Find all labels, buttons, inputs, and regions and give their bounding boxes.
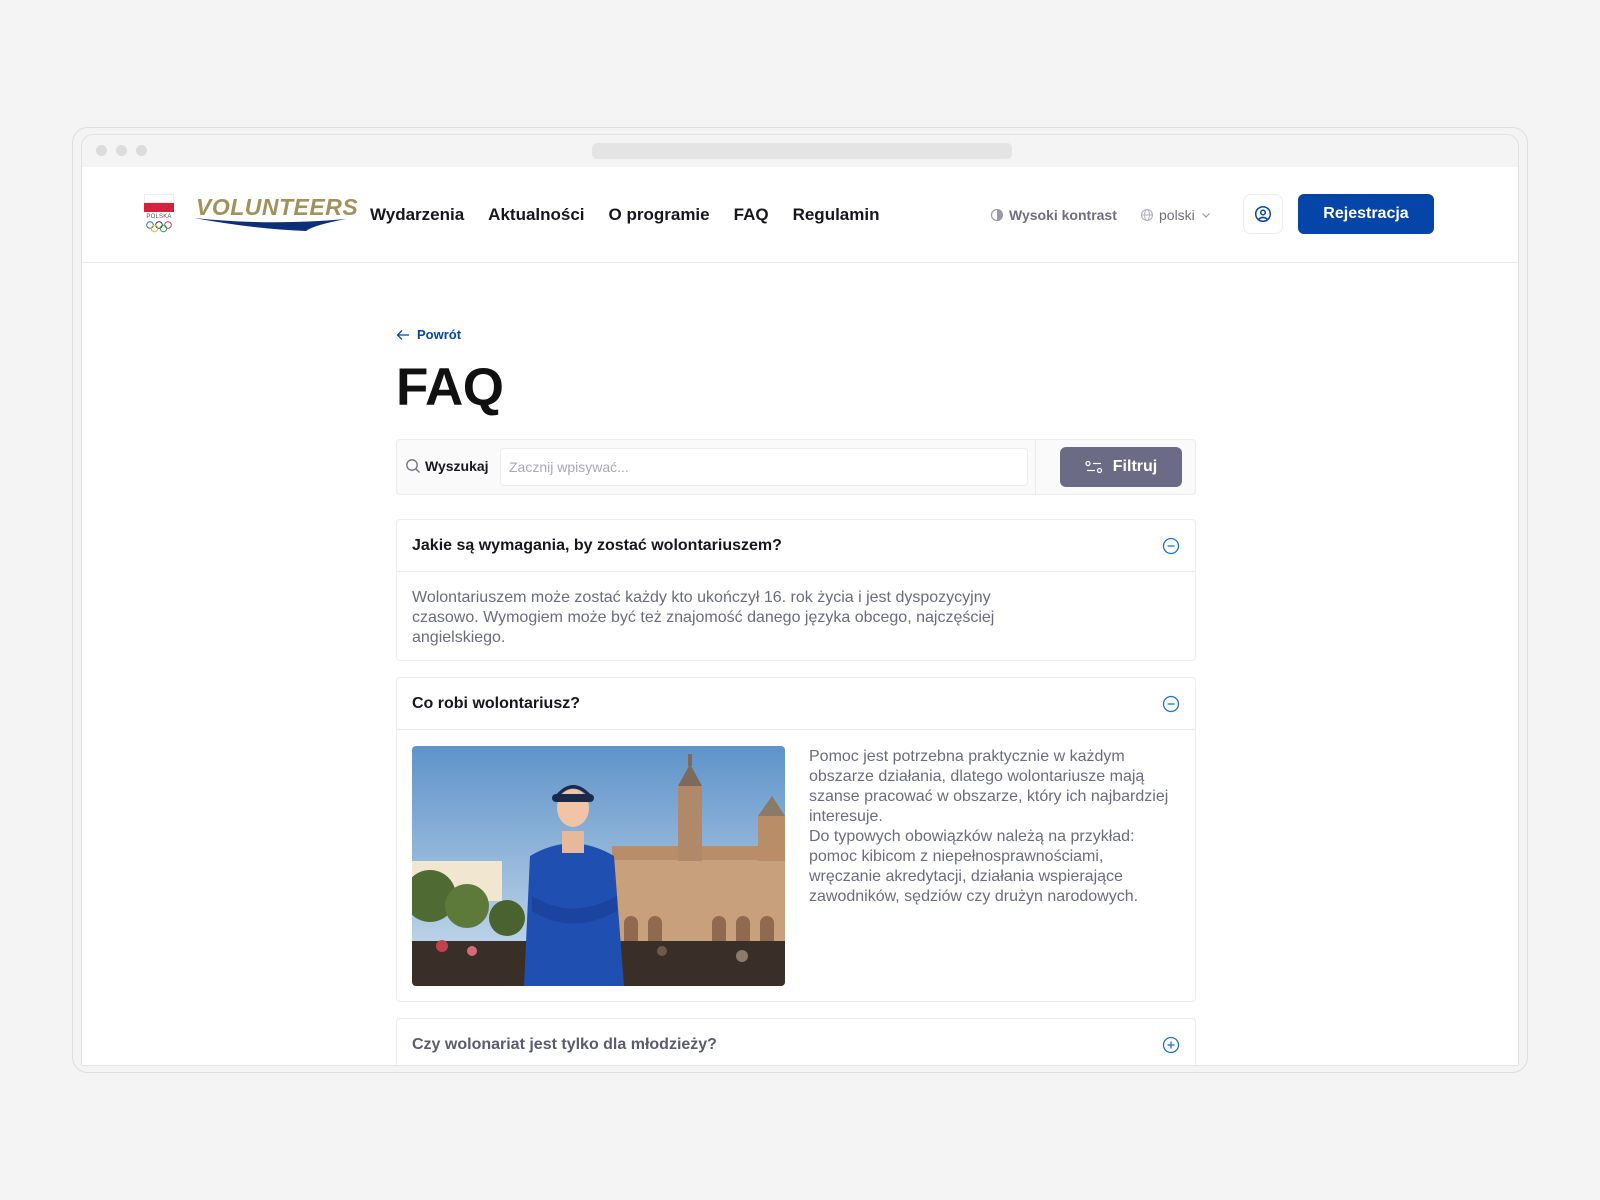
faq-question: Jakie są wymagania, by zostać wolontariu…: [412, 536, 782, 554]
flag-red-stripe: [144, 203, 174, 212]
language-label: polski: [1159, 207, 1195, 223]
register-button[interactable]: Rejestracja: [1298, 194, 1434, 234]
faq-answer-panel: Pomoc jest potrzebna praktycznie w każdy…: [397, 729, 1195, 1001]
volunteer-photo: [412, 746, 785, 986]
faq-answer: Pomoc jest potrzebna praktycznie w każdy…: [809, 747, 1179, 907]
browser-viewport: POLSKA VOLUNTEERS Wydarzenia Aktualności…: [81, 134, 1519, 1066]
nav-item-o-programie[interactable]: O programie: [609, 205, 710, 225]
collapse-minus-icon[interactable]: [1162, 695, 1180, 713]
browser-window: POLSKA VOLUNTEERS Wydarzenia Aktualności…: [72, 127, 1528, 1073]
faq-answer-panel: Wolontariuszem może zostać każdy kto uko…: [397, 571, 1195, 664]
search-input[interactable]: [500, 448, 1028, 486]
faq-answer-paragraph: Do typowych obowiązków należą na przykła…: [809, 828, 1139, 905]
volunteer-photo-illustration: [412, 746, 785, 986]
faq-answer-paragraph: Pomoc jest potrzebna praktycznie w każdy…: [809, 748, 1169, 825]
high-contrast-toggle[interactable]: Wysoki kontrast: [990, 207, 1117, 223]
logo-swoosh-icon: [194, 218, 346, 231]
nav-item-aktualnosci[interactable]: Aktualności: [488, 205, 584, 225]
filter-icon: [1085, 460, 1102, 474]
expand-plus-icon[interactable]: [1162, 1036, 1180, 1054]
window-controls: [96, 145, 147, 156]
search-icon: [406, 459, 420, 473]
faq-question: Co robi wolontariusz?: [412, 694, 580, 712]
globe-icon: [1140, 208, 1154, 222]
minimize-dot[interactable]: [116, 145, 127, 156]
page-title: FAQ: [396, 358, 504, 417]
search-label-text: Wyszukaj: [425, 458, 489, 474]
faq-question: Czy wolonariat jest tylko dla młodzieży?: [412, 1035, 717, 1053]
page: POLSKA VOLUNTEERS Wydarzenia Aktualności…: [82, 167, 1518, 1065]
high-contrast-label: Wysoki kontrast: [1009, 207, 1117, 223]
language-select[interactable]: polski: [1140, 207, 1212, 223]
emblem-text: POLSKA: [146, 214, 172, 220]
chevron-down-icon: [1201, 213, 1210, 218]
faq-question-header[interactable]: Czy wolonariat jest tylko dla młodzieży?: [397, 1019, 1195, 1065]
olympic-emblem[interactable]: POLSKA: [144, 194, 174, 236]
filter-label: Filtruj: [1112, 458, 1158, 475]
arrow-left-icon: [396, 329, 409, 340]
faq-item: Jakie są wymagania, by zostać wolontariu…: [396, 519, 1196, 661]
faq-question-header[interactable]: Jakie są wymagania, by zostać wolontariu…: [397, 520, 1195, 571]
account-button[interactable]: [1243, 194, 1283, 234]
faq-answer: Wolontariuszem może zostać każdy kto uko…: [412, 589, 995, 646]
nav-item-faq[interactable]: FAQ: [734, 205, 769, 225]
user-icon: [1254, 205, 1272, 223]
main-nav: Wydarzenia Aktualności O programie FAQ R…: [370, 205, 879, 225]
contrast-icon: [990, 208, 1004, 222]
maximize-dot[interactable]: [136, 145, 147, 156]
filter-button[interactable]: Filtruj: [1060, 447, 1182, 487]
faq-item: Czy wolonariat jest tylko dla młodzieży?: [396, 1018, 1196, 1065]
flag-white-stripe: [144, 194, 174, 203]
search-divider: [1035, 440, 1036, 494]
nav-item-wydarzenia[interactable]: Wydarzenia: [370, 205, 464, 225]
address-bar[interactable]: [592, 143, 1012, 159]
olympic-rings-icon: [146, 221, 172, 233]
back-label: Powrót: [417, 327, 462, 342]
search-label: Wyszukaj: [405, 458, 489, 474]
search-bar: Wyszukaj Filtruj: [396, 439, 1196, 495]
back-link[interactable]: Powrót: [396, 327, 461, 342]
site-header: POLSKA VOLUNTEERS Wydarzenia Aktualności…: [82, 167, 1518, 263]
browser-chrome: [82, 135, 1518, 167]
nav-item-regulamin[interactable]: Regulamin: [793, 205, 880, 225]
close-dot[interactable]: [96, 145, 107, 156]
collapse-minus-icon[interactable]: [1162, 537, 1180, 555]
faq-item: Co robi wolontariusz? Pomoc jest potrzeb…: [396, 677, 1196, 1002]
faq-question-header[interactable]: Co robi wolontariusz?: [397, 678, 1195, 729]
